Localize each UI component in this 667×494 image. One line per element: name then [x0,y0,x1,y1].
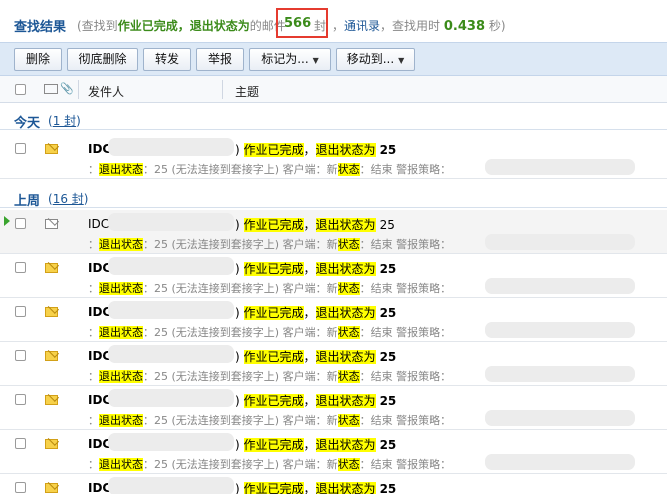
unread-mail-icon [45,144,58,154]
unread-mail-icon [45,351,58,361]
mail-sender: IDC [88,217,110,231]
search-result-title: 查找结果 [14,20,67,35]
search-description: (查找到作业已完成，退出状态为的邮件 [77,19,286,33]
mail-row[interactable]: IDC ) 作业已完成，退出状态为 25 ：退出状态：25 (无法连接到套接字上)… [0,430,667,474]
delete-button[interactable]: 删除 [14,48,62,71]
group-title: 今天 [14,116,41,131]
mail-subject: ) 作业已完成，退出状态为 25 [235,482,397,494]
mark-as-dropdown[interactable]: 标记为... ▼ [249,48,331,71]
mail-row[interactable]: IDC ) 作业已完成，退出状态为 25 [0,474,667,494]
mail-preview: ：退出状态：25 (无法连接到套接字上) 客户端：新状态：结束 警报策略： [88,414,452,427]
mail-list-header: 📎 发件人 主题 [0,76,667,103]
redaction [485,278,635,294]
unread-mail-icon [45,263,58,273]
mail-preview: ：退出状态：25 (无法连接到套接字上) 客户端：新状态：结束 警报策略： [88,163,452,176]
read-status-envelope-icon[interactable] [44,84,58,94]
mail-subject: ) 作业已完成，退出状态为 25 [235,394,397,408]
redaction [485,322,635,338]
redaction [485,410,635,426]
unread-mail-icon [45,307,58,317]
row-checkbox[interactable] [15,218,26,229]
sender-column-header[interactable]: 发件人 [88,83,124,100]
select-all-checkbox[interactable] [15,84,26,95]
row-checkbox[interactable] [15,394,26,405]
search-summary: 查找结果 (查找到作业已完成，退出状态为的邮件 566 封 ，通讯录，查找用时 … [0,0,667,42]
report-button[interactable]: 举报 [196,48,244,71]
mail-preview: ：退出状态：25 (无法连接到套接字上) 客户端：新状态：结束 警报策略： [88,282,452,295]
current-row-pointer-icon [4,216,10,226]
mail-preview: ：退出状态：25 (无法连接到套接字上) 客户端：新状态：结束 警报策略： [88,370,452,383]
mail-row[interactable]: IDC ) 作业已完成，退出状态为 25 ：退出状态：25 (无法连接到套接字上)… [0,254,667,298]
redaction [108,301,234,319]
redaction [108,138,234,156]
row-checkbox[interactable] [15,350,26,361]
row-checkbox[interactable] [15,143,26,154]
mail-subject: ) 作业已完成，退出状态为 25 [235,143,397,157]
unread-mail-icon [45,439,58,449]
mail-subject: ) 作业已完成，退出状态为 25 [235,306,397,320]
subject-column-header[interactable]: 主题 [235,83,259,100]
chevron-down-icon: ▼ [312,56,319,65]
move-to-dropdown[interactable]: 移动到... ▼ [336,48,415,71]
redaction [485,159,635,175]
mail-row[interactable]: IDC ) 作业已完成，退出状态为 25 ：退出状态：25 (无法连接到套接字上)… [0,342,667,386]
mail-toolbar: 删除 彻底删除 转发 举报 标记为... ▼ 移动到... ▼ [0,42,667,76]
mail-row[interactable]: IDC ) 作业已完成，退出状态为 25 ：退出状态：25 (无法连接到套接字上)… [0,298,667,342]
row-checkbox[interactable] [15,262,26,273]
attachment-clip-icon[interactable]: 📎 [60,82,74,95]
row-checkbox[interactable] [15,306,26,317]
redaction [108,389,234,407]
forward-button[interactable]: 转发 [143,48,191,71]
result-count-unit: 封 [314,19,327,33]
search-time: 0.438 [443,19,485,34]
group-title: 上周 [14,194,41,209]
mail-subject: ) 作业已完成，退出状态为 25 [235,438,397,452]
redaction [485,454,635,470]
column-divider [222,80,223,99]
redaction [108,477,234,494]
unread-mail-icon [45,395,58,405]
group-count-link[interactable]: (1 封) [48,112,81,129]
row-checkbox[interactable] [15,438,26,449]
search-info: ，通讯录，查找用时 0.438 秒) [332,19,506,34]
row-checkbox[interactable] [15,482,26,493]
group-count-link[interactable]: (16 封) [48,190,88,207]
redaction [108,213,234,231]
mail-preview: ：退出状态：25 (无法连接到套接字上) 客户端：新状态：结束 警报策略： [88,458,452,471]
mail-subject: ) 作业已完成，退出状态为 25 [235,350,397,364]
redaction [108,345,234,363]
redaction [108,433,234,451]
result-count: 566 [284,16,312,31]
mail-row[interactable]: IDC ) 作业已完成，退出状态为 25 ：退出状态：25 (无法连接到套接字上)… [0,386,667,430]
redaction [108,257,234,275]
read-mail-icon [45,219,58,229]
unread-mail-icon [45,483,58,493]
mail-preview: ：退出状态：25 (无法连接到套接字上) 客户端：新状态：结束 警报策略： [88,238,452,251]
mail-preview: ：退出状态：25 (无法连接到套接字上) 客户端：新状态：结束 警报策略： [88,326,452,339]
mail-subject: ) 作业已完成，退出状态为 25 [235,218,395,232]
redaction [485,366,635,382]
contacts-link[interactable]: 通讯录 [344,19,380,33]
chevron-down-icon: ▼ [398,56,405,65]
redaction [485,234,635,250]
group-header-today: 今天 (1 封) [0,106,667,131]
group-header-last-week: 上周 (16 封) [0,184,667,209]
column-divider [78,80,79,99]
purge-button[interactable]: 彻底删除 [67,48,138,71]
mail-subject: ) 作业已完成，退出状态为 25 [235,262,397,276]
mail-row[interactable]: IDC ) 作业已完成，退出状态为 25 ：退出状态：25 (无法连接到套接字上)… [0,135,667,179]
mail-row[interactable]: IDC ) 作业已完成，退出状态为 25 ：退出状态：25 (无法连接到套接字上)… [0,210,667,254]
